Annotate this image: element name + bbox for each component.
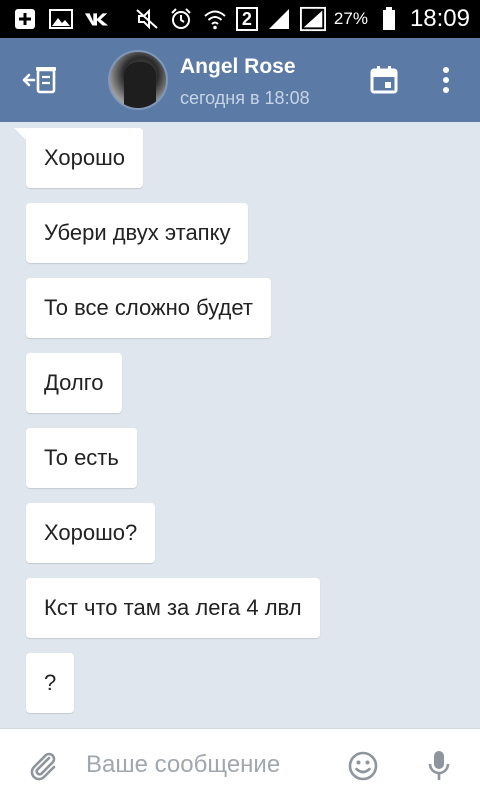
voice-button[interactable] [424, 747, 454, 785]
message-bubble[interactable]: Долго [26, 353, 122, 413]
chat-header: Angel Rose сегодня в 18:08 [0, 38, 480, 122]
battery-percent: 27% [333, 9, 368, 28]
more-vert-icon [443, 67, 449, 93]
signal-icon [266, 8, 292, 30]
message-bubble[interactable]: ? [26, 653, 75, 713]
contact-name[interactable]: Angel Rose [180, 55, 296, 79]
calendar-button[interactable] [366, 62, 402, 98]
message-composer [0, 728, 480, 800]
message-bubble[interactable]: Убери двух этапку [26, 203, 249, 263]
add-box-icon [12, 8, 38, 30]
emoji-icon [348, 751, 378, 781]
message-bubble[interactable]: Хорошо [26, 128, 144, 188]
back-button[interactable] [18, 60, 64, 100]
more-options-button[interactable] [432, 62, 460, 98]
sim-badge: 2 [235, 7, 258, 31]
wifi-icon [202, 8, 228, 30]
emoji-button[interactable] [346, 749, 380, 783]
message-bubble[interactable]: То все сложно будет [26, 278, 271, 338]
signal-icon [299, 6, 326, 32]
paperclip-icon [30, 752, 56, 781]
gallery-icon [48, 8, 74, 30]
vk-icon [84, 8, 110, 30]
battery-icon [376, 7, 402, 30]
clock: 18:09 [409, 5, 470, 32]
message-bubble[interactable]: То есть [26, 428, 137, 488]
avatar[interactable] [108, 50, 168, 110]
message-bubble[interactable]: Кст что там за лега 4 лвл [26, 578, 320, 638]
status-bar: 2 27% 18:09 [0, 0, 480, 38]
alarm-icon [168, 8, 194, 30]
message-bubble[interactable]: Хорошо? [26, 503, 156, 563]
attach-button[interactable] [26, 749, 60, 783]
mic-icon [428, 751, 450, 780]
last-seen-status: сегодня в 18:08 [180, 88, 310, 108]
mute-icon [134, 8, 160, 30]
message-list[interactable]: Хорошо Убери двух этапку То все сложно б… [0, 122, 480, 728]
message-input[interactable] [86, 745, 326, 785]
back-arrow-icon [22, 67, 56, 94]
calendar-icon [370, 66, 398, 94]
